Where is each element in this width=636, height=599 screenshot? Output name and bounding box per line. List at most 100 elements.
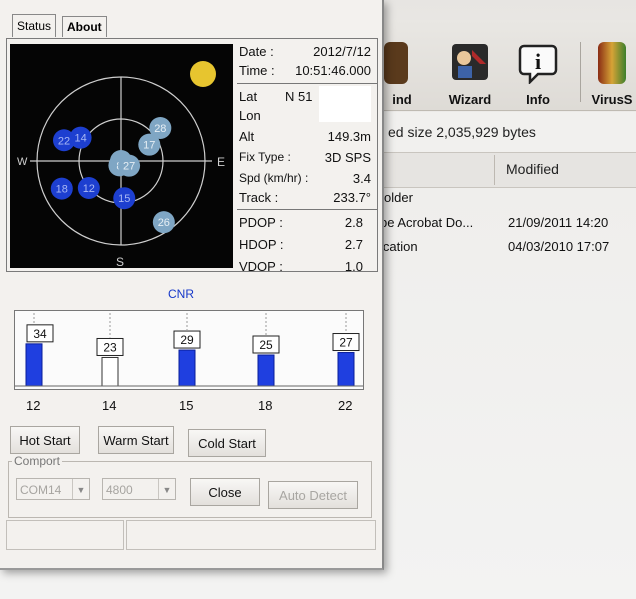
- warm-start-button[interactable]: Warm Start: [98, 426, 174, 454]
- alt-value: 149.3m: [327, 129, 371, 144]
- satellite-id: 14: [74, 133, 86, 145]
- satellite-id: 28: [154, 123, 166, 135]
- toolbar-button-virus-scan[interactable]: VirusS: [588, 42, 636, 107]
- toolbar-separator: [580, 42, 581, 102]
- file-list-header: Modified: [370, 152, 636, 188]
- datetime-block: Date : 2012/7/12 Time : 10:51:46.000: [239, 44, 377, 84]
- satellite-id: 15: [118, 193, 130, 205]
- toolbar-button-info[interactable]: i Info: [514, 42, 562, 107]
- satellite-marker: 26: [152, 211, 175, 234]
- cnr-satellite-label: 15: [179, 398, 194, 413]
- track-value: 233.7°: [333, 190, 371, 205]
- separator: [237, 209, 377, 210]
- close-button[interactable]: Close: [190, 478, 260, 506]
- satellite-marker: 18: [50, 177, 73, 200]
- track-label: Track :: [239, 190, 279, 205]
- chevron-down-icon: ▼: [158, 479, 175, 499]
- info-icon: i: [518, 42, 558, 86]
- speed-label: Spd (km/hr) :: [239, 171, 309, 185]
- tab-about[interactable]: About: [62, 16, 107, 37]
- sky-plot-canvas: W E S 511422281782718121526: [17, 61, 225, 269]
- file-name: ication: [380, 239, 418, 254]
- east-label: E: [217, 155, 225, 169]
- cnr-value-label: 29: [180, 333, 194, 347]
- sky-plot: W E S 511422281782718121526: [10, 44, 233, 269]
- cold-start-button[interactable]: Cold Start: [188, 429, 266, 457]
- date-value: 2012/7/12: [313, 44, 371, 59]
- satellite-id: 17: [143, 140, 155, 152]
- satellite-marker: 22: [52, 129, 75, 152]
- satellite-marker: 12: [77, 176, 100, 199]
- virus-scan-icon: [598, 42, 626, 84]
- cnr-chart-canvas: 34 23 29 25 27: [15, 313, 363, 387]
- column-header-modified[interactable]: Modified: [506, 161, 559, 177]
- lon-label: Lon: [239, 108, 261, 123]
- file-row[interactable]: ication 04/03/2010 17:07: [370, 237, 636, 259]
- archive-icon: [384, 42, 408, 84]
- file-row[interactable]: be Acrobat Do... 21/09/2011 14:20: [370, 213, 636, 235]
- file-modified: 04/03/2010 17:07: [508, 239, 610, 254]
- file-name: older: [384, 190, 413, 205]
- archive-info-text: ed size 2,035,929 bytes: [370, 112, 636, 152]
- satellite-marker: 15: [113, 187, 136, 210]
- satellite-marker: 27: [118, 154, 141, 177]
- satellite-id: 18: [56, 184, 68, 196]
- baud-rate-select[interactable]: 4800 ▼: [102, 478, 176, 500]
- toolbar-button-wizard[interactable]: Wizard: [440, 42, 500, 107]
- cnr-bar: [337, 352, 355, 387]
- wizard-icon: [450, 42, 490, 84]
- lat-value: N 51: [285, 89, 313, 104]
- comport-select[interactable]: COM14 ▼: [16, 478, 90, 500]
- cnr-satellite-label: 18: [258, 398, 273, 413]
- speed-value: 3.4: [352, 171, 371, 186]
- vdop-label: VDOP :: [239, 259, 283, 274]
- gps-status-dialog: Status About W E S 511422281782718121526…: [0, 0, 384, 570]
- satellite-marker: 17: [138, 133, 161, 156]
- cnr-satellite-label: 12: [26, 398, 41, 413]
- tab-status[interactable]: Status: [12, 14, 57, 37]
- hdop-label: HDOP :: [239, 237, 284, 252]
- south-label: S: [116, 255, 124, 268]
- cnr-value-label: 23: [103, 340, 117, 354]
- file-row[interactable]: older: [370, 188, 636, 210]
- hdop-value: 2.7: [344, 237, 363, 252]
- file-name: be Acrobat Do...: [380, 215, 474, 230]
- cnr-bar: [25, 343, 43, 387]
- satellite-id: 26: [158, 217, 170, 229]
- satellite-id: 12: [83, 183, 95, 195]
- lat-label: Lat: [239, 89, 258, 104]
- time-value: 10:51:46.000: [295, 63, 371, 78]
- sun-icon: [190, 61, 216, 87]
- column-divider: [494, 155, 495, 185]
- dop-block: PDOP : 2.8 HDOP : 2.7 VDOP : 1.0: [239, 213, 377, 274]
- satellite-id: 22: [58, 135, 70, 147]
- cnr-satellite-label: 14: [102, 398, 117, 413]
- cnr-bar: [257, 354, 275, 387]
- cnr-title: CNR: [168, 287, 194, 301]
- cnr-value-label: 25: [259, 338, 273, 352]
- status-panel: W E S 511422281782718121526 Date : 2012/…: [6, 38, 378, 274]
- cnr-bar: [178, 349, 196, 387]
- toolbar-button-archive[interactable]: ind: [380, 42, 424, 107]
- explorer-toolbar: ind Wizard i Info VirusS: [370, 20, 636, 111]
- pdop-label: PDOP :: [239, 215, 283, 230]
- auto-detect-button[interactable]: Auto Detect: [268, 481, 358, 509]
- status-bar-pane-2: [126, 520, 376, 550]
- time-label: Time :: [239, 63, 275, 78]
- satellite-id: 27: [123, 161, 135, 173]
- cnr-bar: [101, 356, 119, 387]
- chevron-down-icon: ▼: [72, 479, 89, 499]
- position-block: Lat N 51 Lon E 0 Alt 149.3m Fix Type : 3…: [239, 86, 377, 207]
- cnr-chart: 34 23 29 25 27: [14, 310, 364, 390]
- fix-type-value: 3D SPS: [324, 150, 371, 165]
- separator: [237, 83, 377, 84]
- pdop-value: 2.8: [344, 215, 363, 230]
- cnr-satellite-label: 22: [338, 398, 353, 413]
- cnr-value-label: 27: [339, 336, 353, 350]
- date-label: Date :: [239, 44, 274, 59]
- redaction-box: [319, 86, 371, 122]
- status-bar-pane-1: [6, 520, 124, 550]
- hot-start-button[interactable]: Hot Start: [10, 426, 80, 454]
- vdop-value: 1.0: [344, 259, 363, 274]
- comport-label: Comport: [12, 454, 63, 468]
